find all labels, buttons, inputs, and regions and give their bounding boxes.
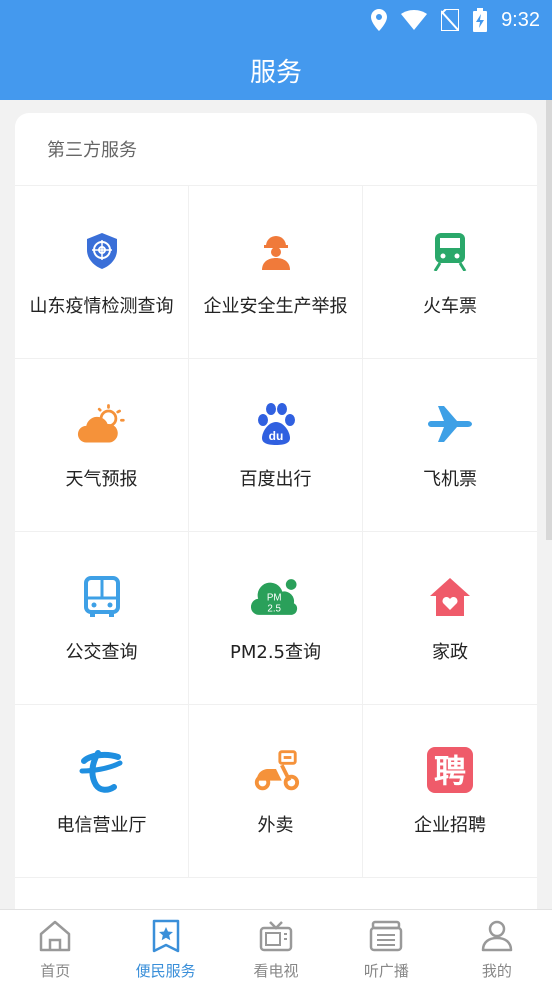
- worker-helmet-icon: [251, 226, 301, 276]
- services-card: 第三方服务 山东疫情检测查询 企业安全生产举报 火车票 天气预报 du 百度出行…: [15, 113, 537, 909]
- shield-target-icon: [77, 226, 127, 276]
- pm25-cloud-icon: PM 2.5: [250, 572, 301, 622]
- bus-icon: [77, 572, 127, 622]
- scrollbar[interactable]: [546, 100, 552, 540]
- baidu-paw-icon: du: [251, 399, 301, 449]
- bottom-nav: 首页 便民服务 看电视 听广播 我的: [0, 909, 552, 982]
- service-label: 企业安全生产举报: [203, 296, 348, 317]
- service-weather[interactable]: 天气预报: [15, 359, 189, 532]
- service-flight-ticket[interactable]: 飞机票: [363, 359, 537, 532]
- service-shandong-covid-test[interactable]: 山东疫情检测查询: [15, 186, 189, 359]
- section-title: 第三方服务: [15, 113, 537, 186]
- nav-home[interactable]: 首页: [0, 910, 110, 982]
- home-icon: [39, 920, 71, 952]
- service-bus-query[interactable]: 公交查询: [15, 532, 189, 705]
- service-label: 飞机票: [423, 469, 477, 490]
- wifi-icon: [401, 10, 428, 30]
- location-icon: [371, 9, 388, 31]
- nav-label: 便民服务: [135, 962, 196, 980]
- service-train-ticket[interactable]: 火车票: [363, 186, 537, 359]
- train-icon: [425, 226, 475, 276]
- nav-label: 看电视: [253, 962, 299, 980]
- service-pm25-query[interactable]: PM 2.5 PM2.5查询: [189, 532, 363, 705]
- recruit-pin-icon: 聘: [425, 745, 475, 795]
- radio-icon: [370, 920, 403, 952]
- service-label: 家政: [432, 642, 468, 663]
- service-label: 火车票: [423, 296, 477, 317]
- nav-label: 我的: [481, 962, 512, 980]
- service-housekeeping[interactable]: 家政: [363, 532, 537, 705]
- service-label: PM2.5查询: [229, 642, 321, 663]
- service-label: 山东疫情检测查询: [29, 296, 174, 317]
- nav-me[interactable]: 我的: [442, 910, 552, 982]
- service-label: 电信营业厅: [56, 815, 147, 836]
- nav-label: 听广播: [363, 962, 409, 980]
- svg-text:2.5: 2.5: [267, 603, 281, 614]
- services-grid: 山东疫情检测查询 企业安全生产举报 火车票 天气预报 du 百度出行 飞机票 公…: [15, 186, 537, 878]
- svg-text:du: du: [268, 429, 283, 443]
- service-label: 公交查询: [65, 642, 138, 663]
- clock: 9:32: [501, 8, 540, 31]
- service-label: 天气预报: [65, 469, 138, 490]
- weather-sun-cloud-icon: [77, 399, 127, 449]
- service-label: 企业招聘: [414, 815, 486, 836]
- nav-services[interactable]: 便民服务: [110, 910, 220, 982]
- page-title: 服务: [0, 40, 552, 100]
- service-label: 外卖: [257, 815, 294, 836]
- tv-icon: [259, 921, 293, 952]
- user-icon: [481, 920, 513, 952]
- service-recruitment[interactable]: 聘 企业招聘: [363, 705, 537, 878]
- battery-charging-icon: [473, 8, 488, 32]
- nav-label: 首页: [40, 962, 71, 980]
- service-takeout[interactable]: 外卖: [189, 705, 363, 878]
- service-safety-report[interactable]: 企业安全生产举报: [189, 186, 363, 359]
- no-sim-icon: [441, 9, 460, 31]
- service-baidu-travel[interactable]: du 百度出行: [189, 359, 363, 532]
- home-heart-icon: [425, 572, 475, 622]
- service-telecom-hall[interactable]: 电信营业厅: [15, 705, 189, 878]
- telecom-logo-icon: [77, 745, 127, 795]
- status-bar: 9:32: [0, 0, 552, 40]
- svg-text:PM: PM: [266, 593, 281, 604]
- scooter-icon: [251, 745, 301, 795]
- service-label: 百度出行: [239, 469, 312, 490]
- airplane-icon: [425, 399, 475, 449]
- nav-tv[interactable]: 看电视: [221, 910, 331, 982]
- nav-radio[interactable]: 听广播: [331, 910, 441, 982]
- svg-text:聘: 聘: [434, 752, 466, 790]
- bookmark-star-icon: [152, 919, 179, 953]
